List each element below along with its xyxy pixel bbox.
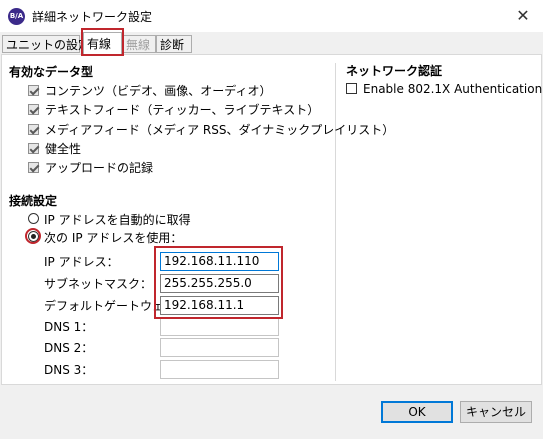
dns3-input[interactable]: [160, 360, 279, 379]
radio-highlight-circle: [25, 228, 41, 244]
checkbox-box[interactable]: [28, 143, 39, 154]
checkbox-label: アップロードの記録: [45, 161, 154, 175]
dns2-input[interactable]: [160, 338, 279, 357]
checkbox-label: メディアフィード（メディア RSS、ダイナミックプレイリスト）: [45, 123, 395, 137]
dns1-input[interactable]: [160, 317, 279, 336]
checkbox-box[interactable]: [28, 162, 39, 173]
checkbox-box[interactable]: [28, 104, 39, 115]
ip-address-label: IP アドレス：: [44, 255, 119, 269]
radio-label: 次の IP アドレスを使用：: [44, 231, 183, 245]
valid-data-title: 有効なデータ型: [9, 65, 94, 79]
tab-wireless: 無線: [122, 35, 156, 53]
checkbox-box[interactable]: [346, 83, 357, 94]
dns2-label: DNS 2：: [44, 341, 94, 355]
radio-button[interactable]: [28, 213, 39, 224]
dns3-label: DNS 3：: [44, 363, 94, 377]
dns1-label: DNS 1：: [44, 320, 94, 334]
close-icon[interactable]: ✕: [506, 2, 540, 30]
tab-unit-settings[interactable]: ユニットの設定: [2, 35, 90, 53]
tab-highlight-box: [81, 28, 124, 56]
window-title: 詳細ネットワーク設定: [32, 10, 153, 24]
panel-divider: [335, 63, 336, 381]
subnet-mask-label: サブネットマスク：: [44, 277, 153, 291]
tab-diagnostics[interactable]: 診断: [156, 35, 192, 53]
checkbox-label: 健全性: [45, 142, 82, 156]
checkbox-box[interactable]: [28, 124, 39, 135]
radio-label: IP アドレスを自動的に取得: [44, 213, 191, 227]
fields-highlight-box: [154, 246, 283, 319]
network-auth-title: ネットワーク認証: [346, 64, 443, 78]
checkbox-label: テキストフィード（ティッカー、ライブテキスト）: [45, 103, 320, 117]
cancel-button[interactable]: キャンセル: [460, 401, 532, 423]
ok-button[interactable]: OK: [381, 401, 453, 423]
checkbox-box[interactable]: [28, 85, 39, 96]
checkbox-label: コンテンツ（ビデオ、画像、オーディオ）: [45, 84, 272, 98]
app-logo-icon: B/A: [8, 8, 25, 25]
checkbox-label: Enable 802.1X Authentication: [363, 82, 543, 96]
connection-settings-title: 接続設定: [9, 194, 58, 208]
